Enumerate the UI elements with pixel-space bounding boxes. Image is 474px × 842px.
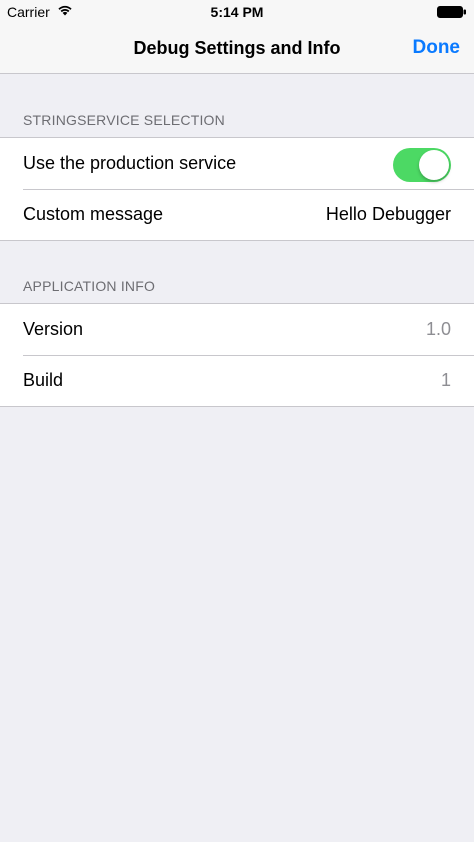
version-row: Version 1.0	[0, 304, 474, 355]
status-bar: Carrier 5:14 PM	[0, 0, 474, 24]
done-button[interactable]: Done	[413, 37, 461, 59]
production-service-toggle[interactable]	[393, 148, 451, 182]
build-row: Build 1	[0, 355, 474, 406]
custom-message-row[interactable]: Custom message Hello Debugger	[0, 189, 474, 240]
version-label: Version	[23, 319, 84, 339]
section-header-application-info: APPLICATION INFO	[23, 278, 156, 294]
toggle-knob	[419, 150, 449, 180]
custom-message-value: Hello Debugger	[325, 204, 451, 224]
page-title: Debug Settings and Info	[133, 38, 341, 58]
status-time: 5:14 PM	[210, 4, 264, 20]
navigation-bar: Debug Settings and Info Done	[0, 24, 474, 74]
application-info-group: Version 1.0 Build 1	[0, 303, 474, 407]
battery-icon	[437, 6, 466, 18]
build-label: Build	[23, 370, 64, 390]
production-service-label: Use the production service	[23, 153, 237, 173]
build-value: 1	[440, 370, 451, 390]
stringservice-group: Use the production service Custom messag…	[0, 137, 474, 241]
version-value: 1.0	[425, 319, 451, 339]
section-header-stringservice: STRINGSERVICE SELECTION	[23, 112, 225, 128]
screen: Carrier 5:14 PM Debug Settings and Info …	[0, 0, 474, 842]
production-service-row: Use the production service	[0, 138, 474, 189]
custom-message-label: Custom message	[23, 204, 164, 224]
